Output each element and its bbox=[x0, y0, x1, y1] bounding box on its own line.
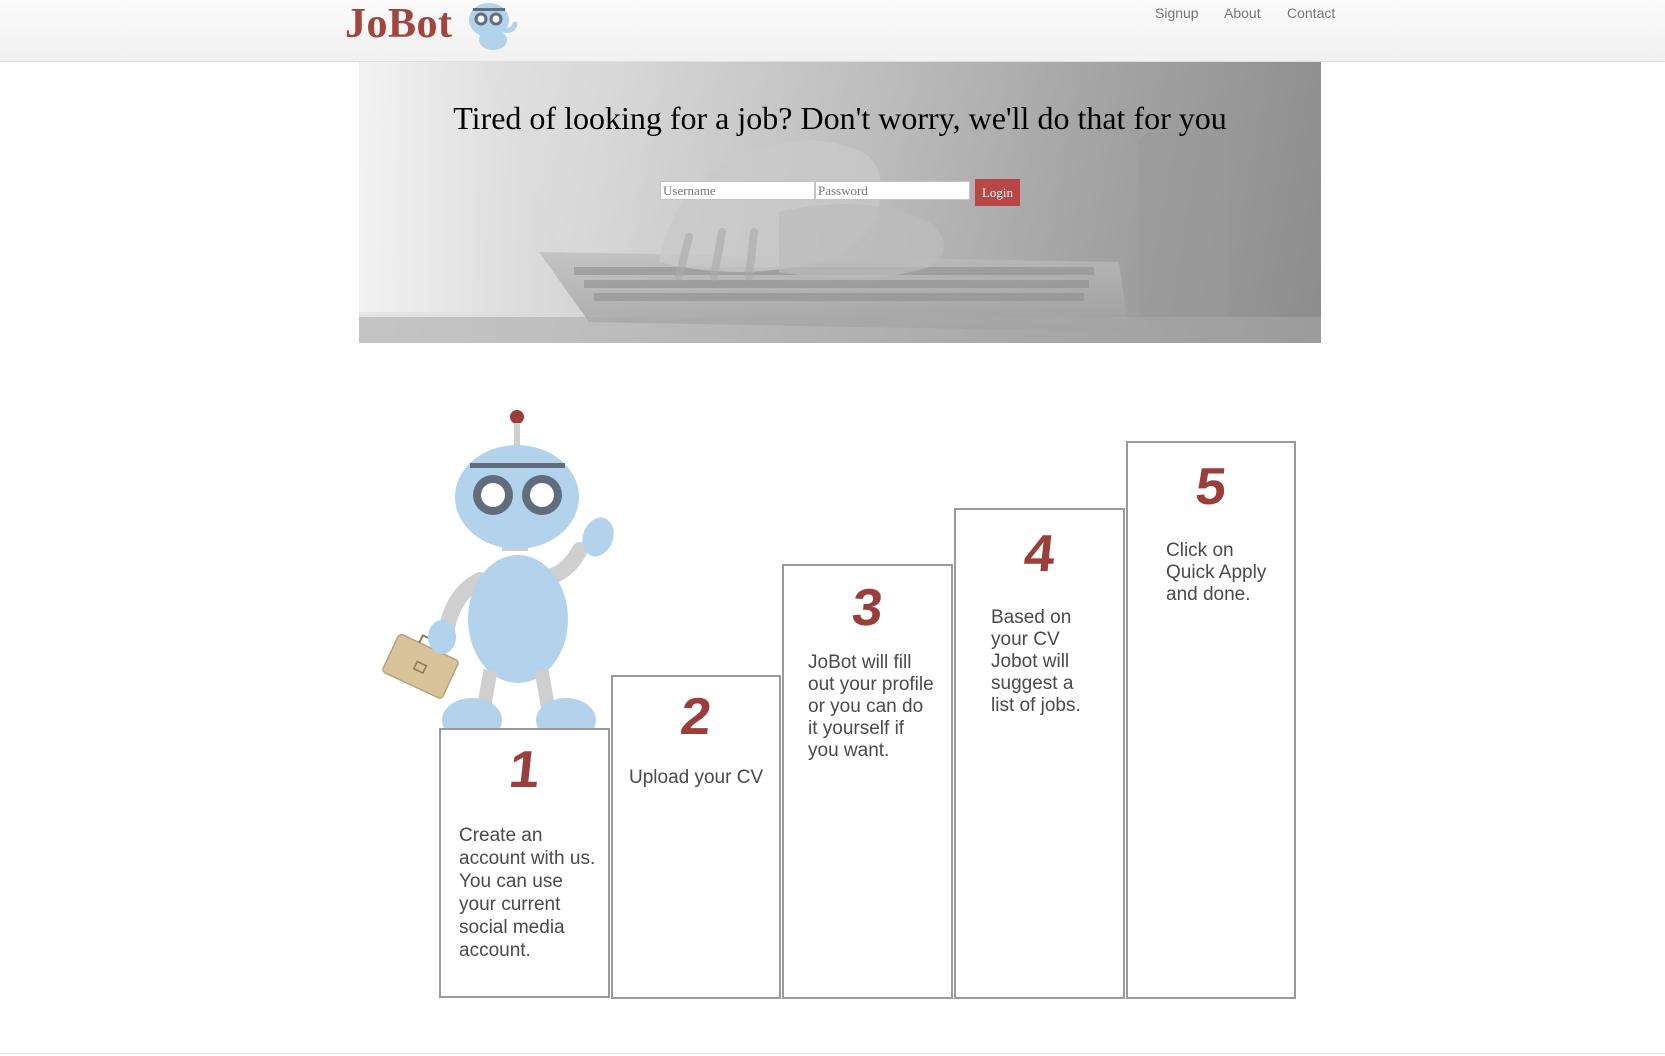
password-input[interactable] bbox=[815, 181, 970, 200]
step-card-2: 2 Upload your CV bbox=[611, 675, 781, 999]
step-card-4: 4 Based on your CV Jobot will suggest a … bbox=[954, 508, 1125, 999]
robot-mascot-image bbox=[382, 410, 614, 730]
step-card-3: 3 JoBot will fill out your profile or yo… bbox=[782, 564, 953, 999]
nav-about-link[interactable]: About bbox=[1224, 5, 1261, 21]
step-description: Based on your CV Jobot will suggest a li… bbox=[991, 607, 1081, 716]
step-description: Upload your CV bbox=[629, 767, 764, 788]
top-navbar: JoBot Signup About Contact bbox=[0, 0, 1665, 62]
logo-text[interactable]: JoBot bbox=[345, 0, 453, 48]
hero-banner: Tired of looking for a job? Don't worry,… bbox=[359, 62, 1321, 343]
step-number: 5 bbox=[1192, 458, 1230, 516]
nav-signup-link[interactable]: Signup bbox=[1155, 5, 1199, 21]
step-card-1: 1 Create an account with us. You can use… bbox=[439, 728, 610, 998]
login-button[interactable]: Login bbox=[975, 179, 1020, 206]
hero-title: Tired of looking for a job? Don't worry,… bbox=[453, 100, 1227, 136]
step-description: Click on Quick Apply and done. bbox=[1166, 540, 1267, 605]
username-input[interactable] bbox=[660, 181, 815, 200]
step-card-5: 5 Click on Quick Apply and done. bbox=[1126, 441, 1296, 999]
step-number: 4 bbox=[1021, 525, 1058, 583]
step-number: 2 bbox=[677, 688, 715, 746]
step-description: Create an account with us. You can use y… bbox=[459, 825, 596, 961]
step-description: JoBot will fill out your profile or you … bbox=[808, 652, 934, 761]
step-number: 1 bbox=[506, 741, 543, 799]
step-number: 3 bbox=[849, 579, 886, 637]
footer-divider bbox=[0, 1053, 1665, 1054]
nav-contact-link[interactable]: Contact bbox=[1287, 5, 1335, 21]
robot-logo-icon bbox=[469, 3, 518, 50]
